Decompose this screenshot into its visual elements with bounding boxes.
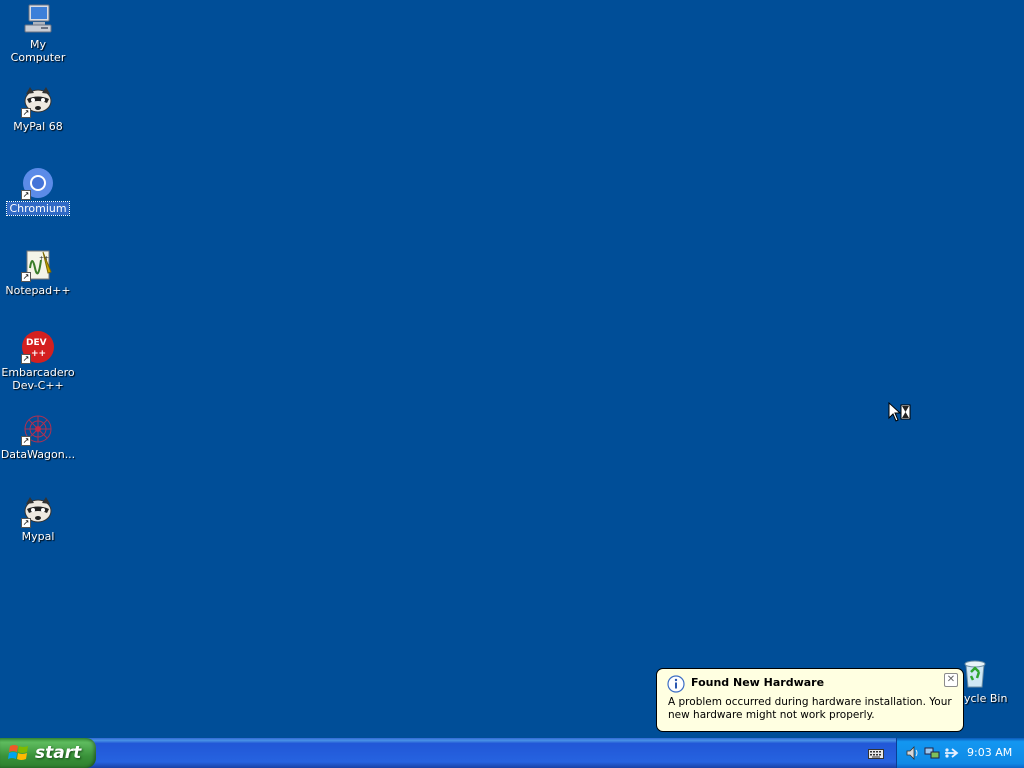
svg-text:++: ++ <box>39 255 49 262</box>
balloon-title: Found New Hardware <box>691 676 825 689</box>
notification-balloon[interactable]: Found New Hardware ✕ A problem occurred … <box>656 668 964 732</box>
start-button[interactable]: start <box>0 738 96 768</box>
desktop-icon-notepadpp[interactable]: ++ ↗ Notepad++ <box>0 248 76 297</box>
info-icon <box>667 675 685 693</box>
network-icon[interactable] <box>924 745 940 761</box>
desktop-icon-label: Embarcadero Dev-C++ <box>1 366 75 392</box>
mypal-raccoon-icon: ↗ <box>21 494 55 528</box>
desktop-icon-devcpp[interactable]: DEV ++ ↗ Embarcadero Dev-C++ <box>0 330 76 392</box>
desktop-icon-datawagon[interactable]: ↗ DataWagon... <box>0 412 76 461</box>
desktop-icon-label: MyPal 68 <box>13 120 63 133</box>
desktop-icon-label: Chromium <box>6 201 70 216</box>
desktop-icon-mypal-68[interactable]: ↗ MyPal 68 <box>0 84 76 133</box>
shortcut-arrow-icon: ↗ <box>21 272 31 282</box>
my-computer-icon <box>21 2 55 36</box>
notepadpp-icon: ++ ↗ <box>21 248 55 282</box>
desktop[interactable]: My Computer ↗ MyPal 68 ↗ Chromium ++ ↗ N… <box>0 0 1024 738</box>
shortcut-arrow-icon: ↗ <box>21 436 31 446</box>
desktop-icon-label: Mypal <box>21 530 55 543</box>
datawagon-icon: ↗ <box>21 412 55 446</box>
shortcut-arrow-icon: ↗ <box>21 108 31 118</box>
balloon-message: A problem occurred during hardware insta… <box>668 696 952 721</box>
devcpp-icon: DEV ++ ↗ <box>21 330 55 364</box>
desktop-icon-label: My Computer <box>10 38 66 64</box>
desktop-icon-label: ycle Bin <box>964 692 1008 705</box>
start-label: start <box>35 743 82 763</box>
shortcut-arrow-icon: ↗ <box>21 518 31 528</box>
svg-text:DEV: DEV <box>26 338 47 348</box>
mypal-raccoon-icon: ↗ <box>21 84 55 118</box>
speaker-icon[interactable] <box>905 745 921 761</box>
svg-text:++: ++ <box>31 349 46 359</box>
shortcut-arrow-icon: ↗ <box>21 354 31 364</box>
shortcut-arrow-icon: ↗ <box>21 190 31 200</box>
windows-flag-icon <box>8 745 28 760</box>
desktop-icon-label: Notepad++ <box>5 284 71 297</box>
chromium-icon: ↗ <box>21 166 55 200</box>
close-icon[interactable]: ✕ <box>944 673 958 687</box>
clock[interactable]: 9:03 AM <box>967 746 1012 759</box>
taskbar: start 9:03 AM <box>0 738 1024 768</box>
system-tray: 9:03 AM <box>896 738 1024 768</box>
busy-cursor-icon <box>888 401 912 424</box>
desktop-icon-chromium[interactable]: ↗ Chromium <box>0 166 76 216</box>
desktop-icon-label: DataWagon... <box>0 448 76 461</box>
keyboard-icon[interactable] <box>868 746 884 760</box>
safely-remove-icon[interactable] <box>943 745 959 761</box>
desktop-icon-my-computer[interactable]: My Computer <box>0 2 76 64</box>
desktop-icon-mypal[interactable]: ↗ Mypal <box>0 494 76 543</box>
